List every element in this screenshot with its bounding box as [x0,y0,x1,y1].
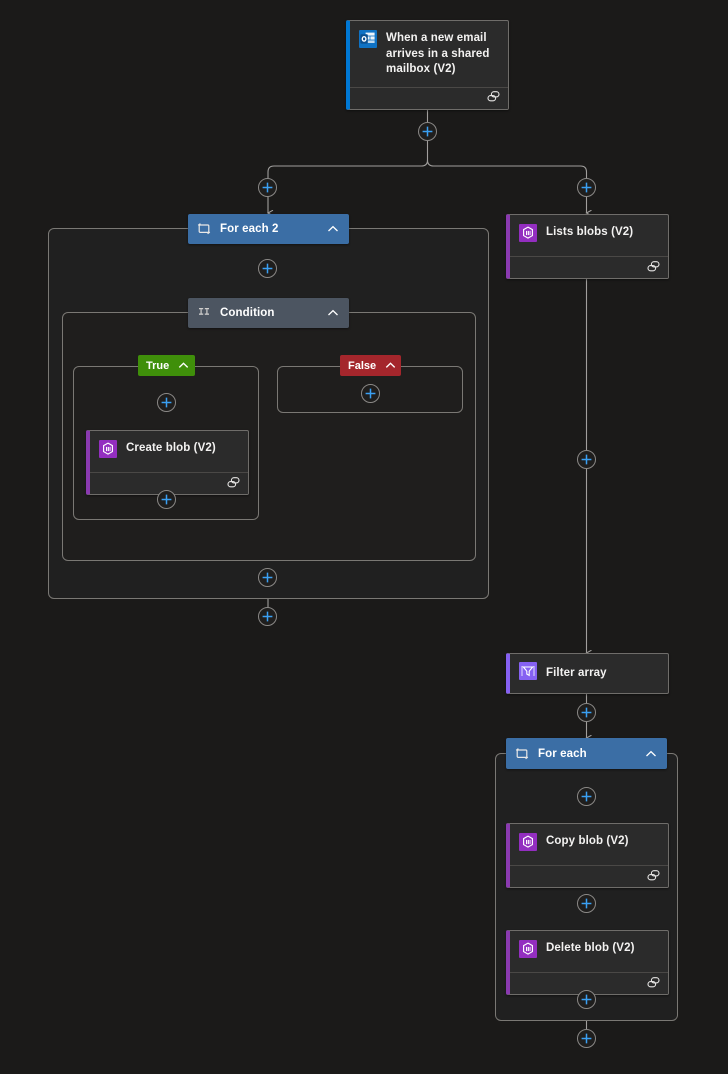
create-blob-card-title: Create blob (V2) [126,442,216,454]
chevron-up-icon[interactable] [384,359,397,372]
add-step-in-foreach[interactable] [577,787,596,806]
copy-blob-card-body: Copy blob (V2) [510,824,668,865]
filter-array-card-title: Filter array [546,667,607,680]
chevron-up-icon[interactable] [644,747,658,761]
add-step-right-branch[interactable] [577,178,596,197]
connection-link-icon[interactable] [487,89,500,107]
azure-blob-icon [519,224,537,247]
delete-blob-card-title: Delete blob (V2) [546,942,635,954]
false-branch-label[interactable]: False [340,355,401,376]
lists-blobs-card-footer [510,256,668,278]
connection-link-icon[interactable] [647,868,660,886]
action-card-lists-blobs[interactable]: Lists blobs (V2) [506,214,669,279]
foreach2-title: For each 2 [220,223,279,235]
copy-blob-card-title: Copy blob (V2) [546,835,629,847]
chevron-up-icon[interactable] [326,306,340,320]
foreach2-header[interactable]: For each 2 [188,214,349,244]
add-step-after-lists-blobs[interactable] [577,450,596,469]
add-step-after-delete-blob[interactable] [577,990,596,1009]
trigger-card-title: When a new email arrives in a shared mai… [386,32,490,75]
condition-title: Condition [220,307,275,319]
condition-header[interactable]: Condition [188,298,349,328]
chevron-up-icon[interactable] [326,222,340,236]
trigger-card-when-new-email-arrives[interactable]: When a new email arrives in a shared mai… [346,20,509,110]
delete-blob-card-body: Delete blob (V2) [510,931,668,972]
add-step-after-trigger[interactable] [418,122,437,141]
filter-array-icon [519,662,537,685]
chevron-up-icon[interactable] [177,359,190,372]
connection-link-icon[interactable] [647,259,660,277]
add-step-after-condition[interactable] [258,568,277,587]
lists-blobs-card-title: Lists blobs (V2) [546,226,634,238]
connection-link-icon[interactable] [647,975,660,993]
foreach-header[interactable]: For each [506,738,667,769]
trigger-card-body: When a new email arrives in a shared mai… [350,21,508,87]
filter-array-card-body: Filter array [510,654,668,693]
add-step-in-true-branch[interactable] [157,393,176,412]
outlook-icon [359,30,377,53]
azure-blob-icon [519,833,537,856]
lists-blobs-card-body: Lists blobs (V2) [510,215,668,256]
add-step-in-foreach2[interactable] [258,259,277,278]
add-step-in-false-branch[interactable] [361,384,380,403]
false-branch-label-text: False [348,359,377,372]
add-step-after-filter-array[interactable] [577,703,596,722]
foreach-loop-icon [197,222,211,236]
copy-blob-card-footer [510,865,668,887]
condition-icon [197,306,211,320]
action-card-copy-blob[interactable]: Copy blob (V2) [506,823,669,888]
true-branch-label-text: True [146,359,170,372]
add-step-after-create-blob[interactable] [157,490,176,509]
action-card-create-blob[interactable]: Create blob (V2) [86,430,249,495]
add-step-after-copy-blob[interactable] [577,894,596,913]
add-step-after-foreach[interactable] [577,1029,596,1048]
add-step-after-foreach2[interactable] [258,607,277,626]
add-step-left-branch[interactable] [258,178,277,197]
true-branch-label[interactable]: True [138,355,195,376]
azure-blob-icon [99,440,117,463]
create-blob-card-body: Create blob (V2) [90,431,248,472]
connection-link-icon[interactable] [227,475,240,493]
action-card-delete-blob[interactable]: Delete blob (V2) [506,930,669,995]
foreach-loop-icon [515,747,529,761]
azure-blob-icon [519,940,537,963]
trigger-card-footer [350,86,508,109]
action-card-filter-array[interactable]: Filter array [506,653,669,694]
workflow-canvas[interactable]: When a new email arrives in a shared mai… [0,0,728,1074]
foreach-title: For each [538,747,587,760]
